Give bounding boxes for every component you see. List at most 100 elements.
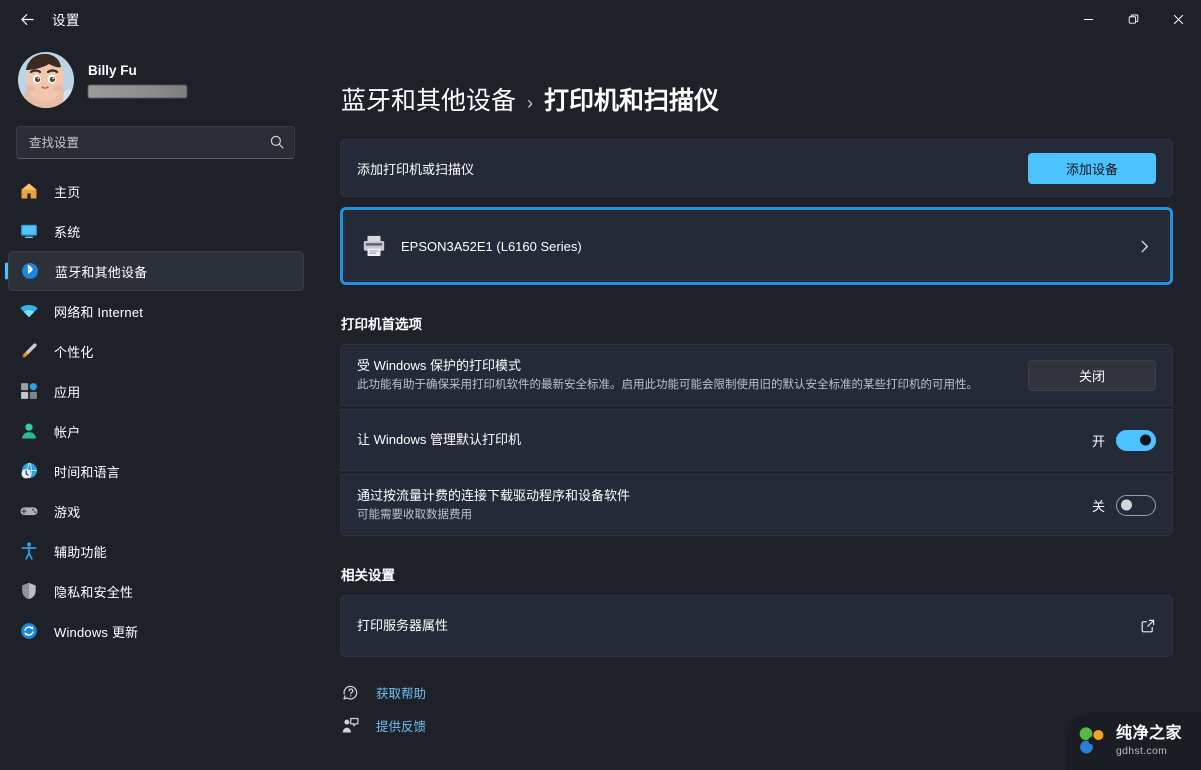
sidebar-item-label: 辅助功能 bbox=[54, 544, 107, 560]
gaming-icon bbox=[18, 500, 40, 522]
page-title: 打印机和扫描仪 bbox=[544, 87, 720, 115]
sidebar-item-label: 帐户 bbox=[54, 424, 81, 440]
metered-download-toggle[interactable] bbox=[1116, 494, 1156, 516]
sidebar-item-time-and-language[interactable]: 时间和语言 bbox=[8, 451, 304, 491]
metered-download-row: 通过按流量计费的连接下载驱动程序和设备软件 可能需要收取数据费用 关 bbox=[340, 474, 1173, 536]
apps-icon bbox=[18, 380, 40, 402]
watermark: 纯净之家 gdhst.com bbox=[1066, 712, 1201, 770]
minimize-button[interactable] bbox=[1066, 0, 1111, 38]
main-content: 蓝牙和其他设备 › 打印机和扫描仪 添加打印机或扫描仪 添加设备 EPSON3A… bbox=[312, 38, 1201, 770]
personalization-icon bbox=[18, 340, 40, 362]
printer-preferences-stack: 受 Windows 保护的打印模式 此功能有助于确保采用打印机软件的最新安全标准… bbox=[340, 344, 1173, 536]
sidebar: Billy Fu 主页 bbox=[0, 38, 312, 770]
printer-name: EPSON3A52E1 (L6160 Series) bbox=[401, 238, 582, 254]
window-title: 设置 bbox=[52, 13, 80, 28]
metered-download-title: 通过按流量计费的连接下载驱动程序和设备软件 bbox=[357, 487, 631, 503]
avatar bbox=[18, 52, 74, 108]
gdhst-logo-icon bbox=[1079, 727, 1104, 754]
sidebar-item-system[interactable]: 系统 bbox=[8, 211, 304, 251]
manage-default-printer-text: 让 Windows 管理默认打印机 bbox=[357, 431, 1092, 450]
network-icon bbox=[18, 300, 40, 322]
sidebar-item-label: 游戏 bbox=[54, 504, 81, 520]
chevron-right-icon bbox=[1141, 240, 1148, 252]
sidebar-item-privacy-and-security[interactable]: 隐私和安全性 bbox=[8, 571, 304, 611]
give-feedback-link[interactable]: 提供反馈 bbox=[341, 716, 426, 735]
protected-print-mode-desc: 此功能有助于确保采用打印机软件的最新安全标准。启用此功能可能会限制使用旧的默认安… bbox=[357, 379, 978, 392]
settings-window: 设置 Billy Fu 查找设置 主页 系统 蓝牙和其他设备 网络和 Inter… bbox=[0, 0, 1201, 770]
title-bar: 设置 bbox=[0, 0, 1201, 38]
print-server-properties-text: 打印服务器属性 bbox=[357, 617, 1140, 636]
metered-download-toggle-wrap: 关 bbox=[1091, 494, 1156, 516]
protected-print-mode-title: 受 Windows 保护的打印模式 bbox=[357, 357, 521, 373]
window-controls bbox=[1066, 0, 1201, 38]
minimize-icon bbox=[1083, 18, 1094, 20]
breadcrumb-separator-icon: › bbox=[527, 93, 534, 113]
protected-print-mode-button[interactable]: 关闭 bbox=[1028, 359, 1156, 391]
manage-default-printer-toggle[interactable] bbox=[1116, 429, 1156, 451]
printer-icon bbox=[361, 233, 387, 259]
add-device-button[interactable]: 添加设备 bbox=[1028, 152, 1156, 184]
sidebar-item-home[interactable]: 主页 bbox=[8, 171, 304, 211]
sidebar-item-network-and-internet[interactable]: 网络和 Internet bbox=[8, 291, 304, 331]
close-button[interactable] bbox=[1156, 0, 1201, 38]
avatar-image-icon bbox=[18, 52, 74, 108]
back-button[interactable] bbox=[8, 4, 46, 34]
metered-download-desc: 可能需要收取数据费用 bbox=[357, 509, 472, 522]
get-help-label: 获取帮助 bbox=[376, 687, 427, 701]
manage-default-printer-title: 让 Windows 管理默认打印机 bbox=[357, 431, 521, 447]
footer-links: 获取帮助 提供反馈 bbox=[341, 683, 1183, 735]
breadcrumb-parent[interactable]: 蓝牙和其他设备 bbox=[341, 81, 516, 117]
sidebar-item-bluetooth-and-devices[interactable]: 蓝牙和其他设备 bbox=[8, 251, 304, 291]
manage-default-printer-state: 开 bbox=[1091, 433, 1105, 449]
print-server-properties-row[interactable]: 打印服务器属性 bbox=[340, 595, 1173, 657]
printer-highlight-box: EPSON3A52E1 (L6160 Series) bbox=[340, 207, 1173, 285]
sidebar-item-label: 系统 bbox=[54, 224, 81, 240]
add-printer-row: 添加打印机或扫描仪 添加设备 bbox=[340, 139, 1173, 197]
watermark-texts: 纯净之家 gdhst.com bbox=[1116, 724, 1183, 757]
printer-row[interactable]: EPSON3A52E1 (L6160 Series) bbox=[344, 211, 1169, 281]
sidebar-item-windows-update[interactable]: Windows 更新 bbox=[8, 611, 304, 651]
sidebar-nav: 主页 系统 蓝牙和其他设备 网络和 Internet 个性化 应用 帐户 时间和… bbox=[0, 171, 312, 651]
sidebar-item-label: Windows 更新 bbox=[54, 624, 139, 640]
sidebar-item-label: 主页 bbox=[54, 184, 81, 200]
sidebar-item-label: 蓝牙和其他设备 bbox=[55, 264, 148, 280]
sidebar-item-label: 网络和 Internet bbox=[54, 304, 144, 320]
printer-preferences-title: 打印机首选项 bbox=[341, 317, 422, 332]
toggle-knob bbox=[1140, 434, 1151, 446]
give-feedback-label: 提供反馈 bbox=[376, 720, 427, 734]
system-icon bbox=[18, 220, 40, 242]
manage-default-printer-toggle-wrap: 开 bbox=[1091, 429, 1156, 451]
related-settings-title: 相关设置 bbox=[341, 568, 395, 583]
account-info: Billy Fu bbox=[88, 63, 187, 98]
time-language-icon bbox=[18, 460, 40, 482]
printer-glyph-icon bbox=[363, 235, 385, 256]
protected-print-mode-row: 受 Windows 保护的打印模式 此功能有助于确保采用打印机软件的最新安全标准… bbox=[340, 344, 1173, 406]
feedback-icon bbox=[341, 716, 360, 735]
home-icon bbox=[18, 180, 40, 202]
print-server-properties-title: 打印服务器属性 bbox=[357, 617, 449, 633]
watermark-title: 纯净之家 bbox=[1116, 724, 1183, 742]
sidebar-item-label: 时间和语言 bbox=[54, 464, 121, 480]
sidebar-item-accounts[interactable]: 帐户 bbox=[8, 411, 304, 451]
metered-download-state: 关 bbox=[1091, 498, 1105, 514]
account-block[interactable]: Billy Fu bbox=[0, 38, 312, 124]
body-split: Billy Fu 主页 bbox=[0, 38, 1201, 770]
watermark-subtitle: gdhst.com bbox=[1116, 744, 1168, 757]
breadcrumb: 蓝牙和其他设备 › 打印机和扫描仪 bbox=[330, 38, 1183, 139]
back-arrow-icon bbox=[20, 13, 34, 25]
search-input[interactable] bbox=[16, 126, 295, 159]
metered-download-text: 通过按流量计费的连接下载驱动程序和设备软件 可能需要收取数据费用 bbox=[357, 487, 1092, 524]
accounts-icon bbox=[18, 420, 40, 442]
sidebar-item-apps[interactable]: 应用 bbox=[8, 371, 304, 411]
restore-button[interactable] bbox=[1111, 0, 1156, 38]
external-link-icon bbox=[1141, 619, 1155, 633]
get-help-link[interactable]: 获取帮助 bbox=[341, 683, 426, 702]
sidebar-item-personalization[interactable]: 个性化 bbox=[8, 331, 304, 371]
sidebar-item-label: 应用 bbox=[54, 384, 81, 400]
sidebar-item-accessibility[interactable]: 辅助功能 bbox=[8, 531, 304, 571]
add-printer-label: 添加打印机或扫描仪 bbox=[357, 161, 475, 177]
protected-print-mode-text: 受 Windows 保护的打印模式 此功能有助于确保采用打印机软件的最新安全标准… bbox=[357, 357, 1028, 394]
sidebar-item-gaming[interactable]: 游戏 bbox=[8, 491, 304, 531]
toggle-knob bbox=[1121, 499, 1132, 511]
search-container bbox=[16, 126, 296, 159]
